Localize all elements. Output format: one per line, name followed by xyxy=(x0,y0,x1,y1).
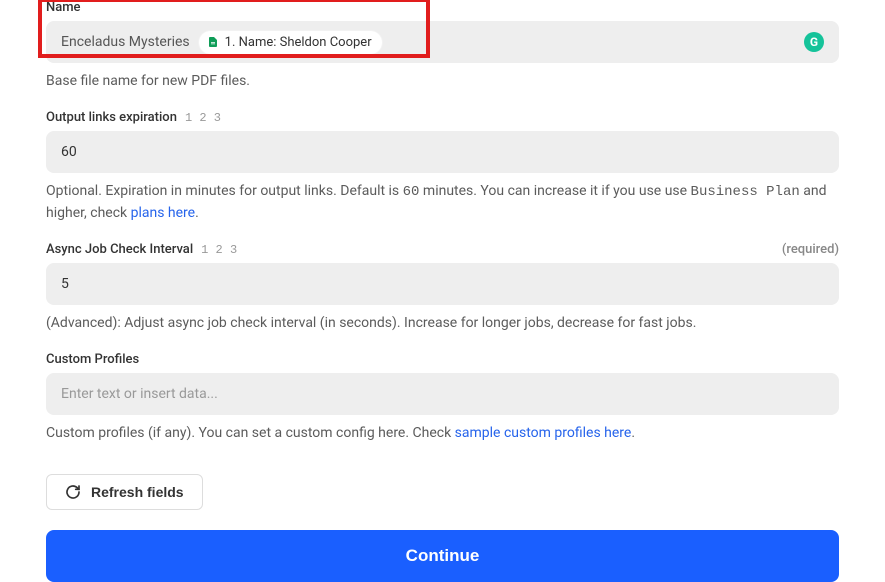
name-input-wrapper: Enceladus Mysteries 1. Name: Sheldon Coo… xyxy=(46,21,839,63)
async-label: Async Job Check Interval 1 2 3 (required… xyxy=(46,242,839,257)
custom-profiles-label-text: Custom Profiles xyxy=(46,352,139,367)
grammarly-icon[interactable]: G xyxy=(804,32,824,52)
async-label-suffix: 1 2 3 xyxy=(201,243,237,257)
async-input[interactable]: 5 xyxy=(46,263,839,305)
expiration-label: Output links expiration 1 2 3 xyxy=(46,110,839,125)
custom-profiles-help-end: . xyxy=(631,425,635,441)
expiration-help-text: Optional. Expiration in minutes for outp… xyxy=(46,181,839,224)
expiration-input[interactable]: 60 xyxy=(46,131,839,173)
sample-profiles-link[interactable]: sample custom profiles here xyxy=(455,425,632,441)
refresh-button-label: Refresh fields xyxy=(91,484,184,500)
expiration-help-mono1: 60 xyxy=(403,184,420,200)
expiration-help-mid: minutes. You can increase it if you use … xyxy=(419,183,690,199)
async-value: 5 xyxy=(61,276,69,292)
name-input[interactable]: Enceladus Mysteries 1. Name: Sheldon Coo… xyxy=(46,21,839,63)
custom-profiles-input[interactable]: Enter text or insert data... xyxy=(46,373,839,415)
async-field-group: Async Job Check Interval 1 2 3 (required… xyxy=(46,242,839,334)
name-label: Name xyxy=(46,0,839,15)
async-required-label: (required) xyxy=(782,242,839,257)
name-help-text: Base file name for new PDF files. xyxy=(46,71,839,92)
expiration-label-suffix: 1 2 3 xyxy=(185,111,221,125)
refresh-icon xyxy=(65,484,81,500)
custom-profiles-help-before: Custom profiles (if any). You can set a … xyxy=(46,425,455,441)
plans-link[interactable]: plans here xyxy=(131,205,195,221)
refresh-fields-button[interactable]: Refresh fields xyxy=(46,474,203,510)
name-prefix-text: Enceladus Mysteries xyxy=(61,34,190,50)
expiration-field-group: Output links expiration 1 2 3 60 Optiona… xyxy=(46,110,839,224)
expiration-help-end: . xyxy=(195,205,199,221)
expiration-label-text: Output links expiration xyxy=(46,110,177,125)
custom-profiles-field-group: Custom Profiles Enter text or insert dat… xyxy=(46,352,839,444)
sheets-icon xyxy=(207,35,219,49)
custom-profiles-help-text: Custom profiles (if any). You can set a … xyxy=(46,423,839,444)
data-pill[interactable]: 1. Name: Sheldon Cooper xyxy=(198,30,383,55)
async-help-text: (Advanced): Adjust async job check inter… xyxy=(46,313,839,334)
name-label-text: Name xyxy=(46,0,81,15)
data-pill-text: 1. Name: Sheldon Cooper xyxy=(225,35,372,50)
async-label-text: Async Job Check Interval xyxy=(46,242,193,257)
custom-profiles-label: Custom Profiles xyxy=(46,352,839,367)
expiration-value: 60 xyxy=(61,144,77,160)
expiration-help-mono2: Business Plan xyxy=(691,184,800,200)
expiration-help-before: Optional. Expiration in minutes for outp… xyxy=(46,183,403,199)
continue-button[interactable]: Continue xyxy=(46,530,839,582)
name-field-group: Name Enceladus Mysteries 1. Name: Sheldo… xyxy=(46,0,839,92)
continue-button-label: Continue xyxy=(406,546,480,565)
custom-profiles-placeholder: Enter text or insert data... xyxy=(61,386,218,402)
